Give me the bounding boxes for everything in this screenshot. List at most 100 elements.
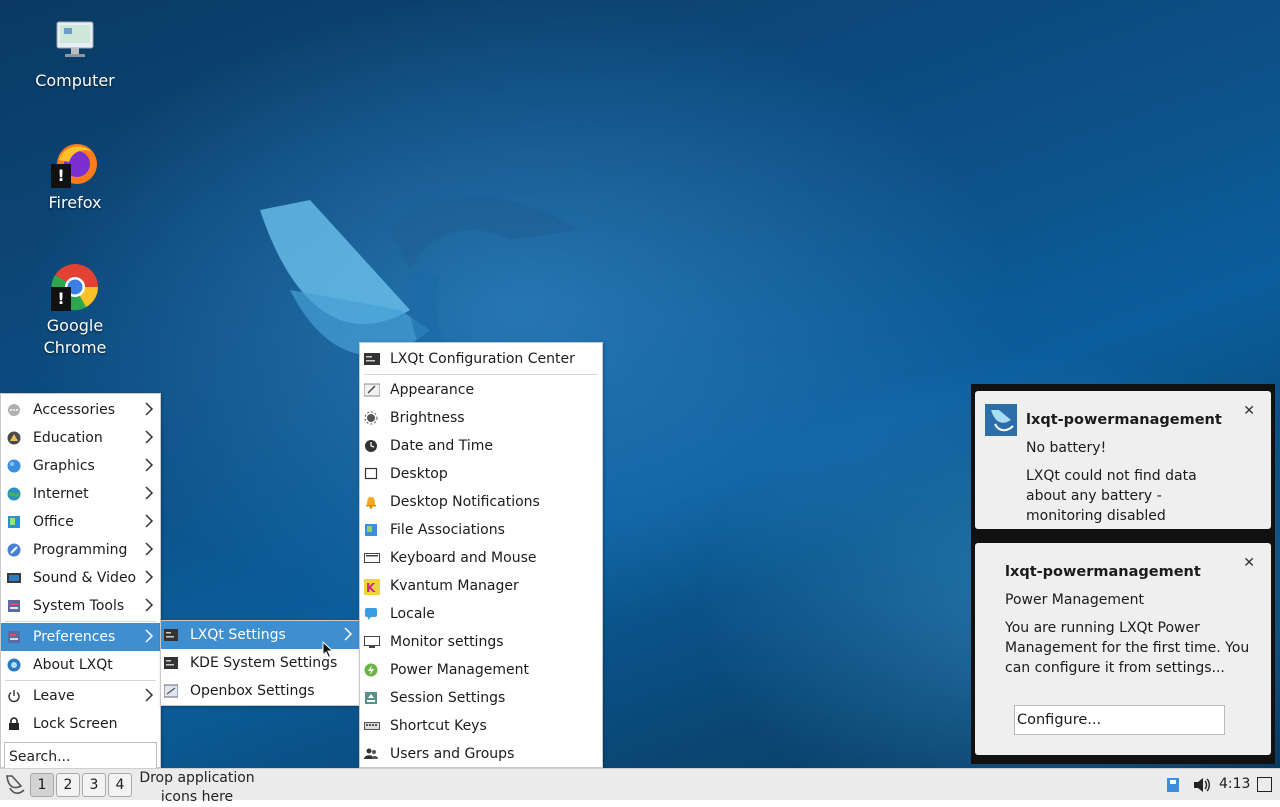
close-icon[interactable]: ✕: [1243, 553, 1255, 573]
menu-item-accessories[interactable]: Accessories: [1, 396, 160, 424]
desktop-icon-chrome[interactable]: ! Google Chrome: [20, 263, 130, 359]
menu-item-sound-video[interactable]: Sound & Video: [1, 564, 160, 592]
quicklaunch-drop-hint: Drop application icons here: [139, 770, 255, 805]
chrome-icon: !: [51, 263, 99, 311]
svg-text:K: K: [366, 581, 376, 595]
menu-item-lock-screen[interactable]: Lock Screen: [1, 710, 160, 738]
menu-item-label: Date and Time: [390, 438, 493, 454]
notification-summary: No battery!: [1026, 440, 1107, 456]
menu-item-session-settings[interactable]: Session Settings: [360, 684, 602, 712]
menu-item-education[interactable]: Education: [1, 424, 160, 452]
workspace-button-4[interactable]: 4: [108, 773, 132, 797]
chevron-right-icon: [145, 629, 154, 643]
menu-item-preferences[interactable]: Preferences: [1, 623, 160, 651]
menu-item-label: Appearance: [390, 382, 475, 398]
chevron-right-icon: [145, 688, 154, 702]
menu-item-desktop[interactable]: Desktop: [360, 460, 602, 488]
menu-item-about-lxqt[interactable]: About LXQt: [1, 651, 160, 679]
workspace-button-2[interactable]: 2: [56, 773, 80, 797]
menu-item-leave[interactable]: Leave: [1, 682, 160, 710]
menu-item-office[interactable]: Office: [1, 508, 160, 536]
chevron-right-icon: [145, 598, 154, 612]
kde-settings-icon: [164, 656, 178, 670]
menu-item-users-and-groups[interactable]: Users and Groups: [360, 740, 602, 768]
accessories-icon: [7, 403, 21, 417]
menu-item-label: Preferences: [33, 629, 116, 645]
monitor-icon: [364, 635, 380, 649]
menu-item-internet[interactable]: Internet: [1, 480, 160, 508]
menu-item-brightness[interactable]: Brightness: [360, 404, 602, 432]
menu-item-shortcut-keys[interactable]: Shortcut Keys: [360, 712, 602, 740]
menu-item-label: Leave: [33, 688, 75, 704]
menu-separator: [5, 680, 156, 681]
workspace-button-3[interactable]: 3: [82, 773, 106, 797]
menu-item-label: Lock Screen: [33, 716, 118, 732]
lock-icon: [7, 717, 21, 731]
notification-power-management[interactable]: lxqt-powermanagement ✕ Power Management …: [975, 543, 1271, 755]
menu-separator: [5, 621, 156, 622]
configuration-center-icon: [364, 352, 380, 366]
menu-item-date-and-time[interactable]: Date and Time: [360, 432, 602, 460]
desktop-icon-computer[interactable]: Computer: [20, 18, 130, 92]
desktop-icon-label: Computer: [35, 71, 115, 90]
chevron-right-icon: [145, 458, 154, 472]
brightness-icon: [364, 411, 378, 425]
menu-item-label: Office: [33, 514, 74, 530]
workspace-button-1[interactable]: 1: [30, 773, 54, 797]
desktop-icon-label: Firefox: [48, 193, 102, 212]
bell-icon: [364, 495, 378, 509]
notification-app-name: lxqt-powermanagement: [1005, 564, 1201, 580]
chevron-right-icon: [145, 542, 154, 556]
configure-button[interactable]: Configure...: [1014, 705, 1225, 735]
show-desktop-icon[interactable]: [1257, 777, 1272, 792]
menu-item-label: File Associations: [390, 522, 505, 538]
menu-item-label: Session Settings: [390, 690, 506, 706]
menu-item-label: Desktop Notifications: [390, 494, 540, 510]
menu-item-label: About LXQt: [33, 657, 113, 673]
desktop-icon-firefox[interactable]: ! Firefox: [20, 140, 130, 214]
menu-item-openbox-settings[interactable]: Openbox Settings: [161, 677, 359, 705]
menu-item-keyboard-and-mouse[interactable]: Keyboard and Mouse: [360, 544, 602, 572]
menu-item-label: Internet: [33, 486, 89, 502]
firefox-icon: !: [51, 140, 99, 188]
menu-item-system-tools[interactable]: System Tools: [1, 592, 160, 620]
menu-item-label: KDE System Settings: [190, 655, 338, 671]
removable-media-icon[interactable]: [1166, 777, 1180, 793]
file-associations-icon: [364, 523, 378, 537]
menu-item-programming[interactable]: Programming: [1, 536, 160, 564]
menu-item-appearance[interactable]: Appearance: [360, 376, 602, 404]
session-icon: [364, 691, 378, 705]
notification-no-battery[interactable]: lxqt-powermanagement ✕ No battery! LXQt …: [975, 391, 1271, 529]
menu-item-label: Desktop: [390, 466, 448, 482]
menu-item-kvantum-manager[interactable]: K Kvantum Manager: [360, 572, 602, 600]
menu-item-label: Programming: [33, 542, 128, 558]
programming-icon: [7, 543, 21, 557]
chevron-right-icon: [145, 570, 154, 584]
openbox-icon: [163, 684, 179, 698]
users-icon: [364, 747, 378, 761]
menu-item-lxqt-configuration-center[interactable]: LXQt Configuration Center: [360, 345, 602, 373]
menu-item-label: System Tools: [33, 598, 125, 614]
menu-item-locale[interactable]: Locale: [360, 600, 602, 628]
notification-app-name: lxqt-powermanagement: [1026, 412, 1222, 428]
menu-item-label: LXQt Settings: [190, 627, 286, 643]
close-icon[interactable]: ✕: [1243, 401, 1255, 421]
lxqt-settings-submenu: LXQt Configuration Center Appearance Bri…: [359, 342, 603, 768]
menu-item-file-associations[interactable]: File Associations: [360, 516, 602, 544]
locale-icon: [364, 607, 378, 621]
application-menu: Accessories Education Graphics Internet …: [0, 393, 161, 772]
about-icon: [7, 658, 21, 672]
menu-item-power-management[interactable]: Power Management: [360, 656, 602, 684]
clock[interactable]: 4:13: [1219, 776, 1250, 792]
menu-item-graphics[interactable]: Graphics: [1, 452, 160, 480]
menu-item-monitor-settings[interactable]: Monitor settings: [360, 628, 602, 656]
chevron-right-icon: [145, 514, 154, 528]
main-menu-button[interactable]: [2, 772, 28, 798]
volume-icon[interactable]: [1192, 776, 1210, 794]
menu-item-desktop-notifications[interactable]: Desktop Notifications: [360, 488, 602, 516]
chevron-right-icon: [344, 627, 353, 641]
preferences-icon: [7, 630, 21, 644]
chevron-right-icon: [145, 402, 154, 416]
settings-icon: [164, 628, 178, 642]
menu-item-label: Openbox Settings: [190, 683, 315, 699]
